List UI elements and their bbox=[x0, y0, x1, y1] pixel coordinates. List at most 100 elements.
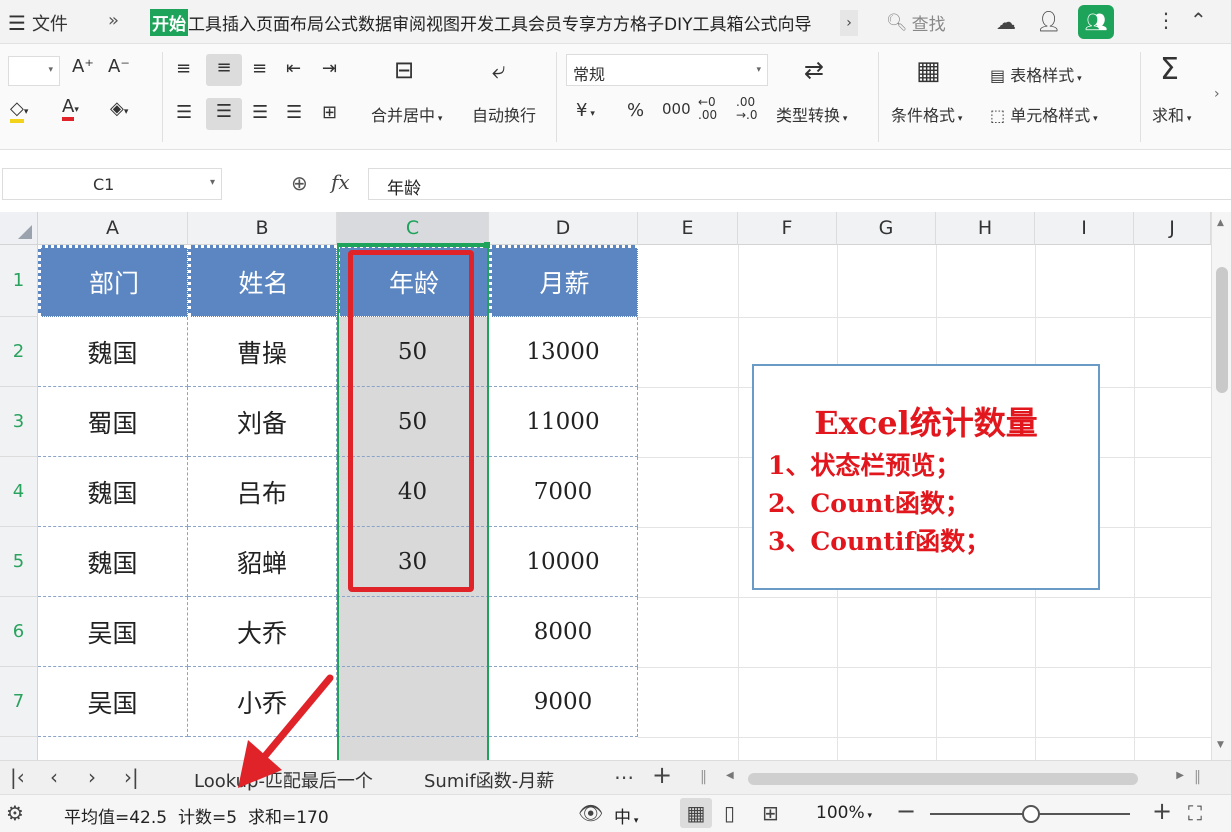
scroll-right-icon[interactable]: ▶ bbox=[1176, 770, 1184, 781]
table-cell[interactable]: 曹操 bbox=[188, 317, 337, 387]
spreadsheet-grid[interactable]: A B C D E F G H I J 1 2 3 4 5 6 7 部门 姓名 … bbox=[0, 212, 1231, 760]
table-cell[interactable]: 9000 bbox=[489, 667, 638, 737]
scroll-left-icon[interactable]: ◀ bbox=[726, 770, 734, 781]
cell-style-button[interactable]: ⬚ 单元格样式 ▾ bbox=[990, 102, 1098, 126]
tab-tools[interactable]: 工具 bbox=[188, 10, 222, 35]
tab-member[interactable]: 会员专享 bbox=[528, 10, 596, 35]
row-header-7[interactable]: 7 bbox=[0, 667, 38, 737]
table-header-cell[interactable]: 姓名 bbox=[188, 245, 337, 317]
table-cell[interactable]: 貂蝉 bbox=[188, 527, 337, 597]
thousands-separator-icon[interactable]: 000 bbox=[662, 100, 691, 118]
type-convert-button[interactable]: 类型转换 ▾ bbox=[776, 102, 847, 126]
sum-button[interactable]: 求和 ▾ bbox=[1152, 102, 1191, 126]
row-header-3[interactable]: 3 bbox=[0, 387, 38, 457]
sheet-tab-lookup[interactable]: Lookup-匹配最后一个 bbox=[194, 767, 373, 793]
table-cell[interactable]: 30 bbox=[337, 527, 489, 597]
merge-center-icon[interactable]: ⊟ bbox=[394, 56, 414, 84]
last-sheet-icon[interactable]: ›| bbox=[124, 765, 139, 789]
column-header-f[interactable]: F bbox=[738, 212, 837, 245]
align-right-icon[interactable]: ☰ bbox=[252, 102, 268, 123]
column-header-e[interactable]: E bbox=[638, 212, 738, 245]
column-header-a[interactable]: A bbox=[38, 212, 188, 245]
table-cell[interactable]: 吴国 bbox=[38, 667, 188, 737]
zoom-in-icon[interactable]: + bbox=[1152, 797, 1172, 825]
align-bottom-icon[interactable]: ≡ bbox=[252, 58, 267, 79]
type-convert-icon[interactable]: ⇄ bbox=[804, 56, 824, 84]
table-cell[interactable]: 50 bbox=[337, 387, 489, 457]
percent-icon[interactable]: % bbox=[627, 100, 644, 121]
zoom-level-dropdown[interactable]: 100% ▾ bbox=[816, 803, 872, 823]
zoom-out-icon[interactable]: − bbox=[896, 797, 916, 825]
tabs-scroll-right-icon[interactable]: › bbox=[840, 10, 858, 36]
table-cell[interactable]: 吕布 bbox=[188, 457, 337, 527]
tab-diy-toolbox[interactable]: DIY工具箱 bbox=[664, 10, 744, 35]
column-header-c[interactable]: C bbox=[337, 212, 489, 245]
tab-insert[interactable]: 插入 bbox=[222, 10, 256, 35]
fill-color-icon[interactable]: ◇▾ bbox=[10, 98, 28, 123]
wrap-text-icon[interactable]: ⤶ bbox=[492, 56, 505, 84]
wrap-text-button[interactable]: 自动换行 bbox=[472, 102, 536, 126]
table-cell[interactable]: 魏国 bbox=[38, 317, 188, 387]
more-vertical-icon[interactable]: ⋮ bbox=[1156, 8, 1176, 32]
conditional-format-icon[interactable]: ▦ bbox=[916, 56, 941, 86]
annotation-textbox[interactable]: Excel统计数量 1、状态栏预览； 2、Count函数； 3、Countif函… bbox=[752, 364, 1100, 590]
row-header-8[interactable] bbox=[0, 737, 38, 760]
horizontal-scroll-thumb[interactable] bbox=[748, 773, 1138, 785]
tab-fangfang[interactable]: 方方格子 bbox=[596, 10, 664, 35]
status-count[interactable]: 计数=5 bbox=[178, 803, 237, 828]
align-center-icon[interactable]: ☰ bbox=[206, 98, 242, 130]
cloud-sync-icon[interactable]: ☁ bbox=[996, 10, 1016, 34]
font-color-icon[interactable]: A▾ bbox=[62, 96, 79, 121]
ribbon-scroll-right-icon[interactable]: › bbox=[1214, 86, 1220, 102]
table-cell[interactable] bbox=[337, 667, 489, 737]
table-header-cell[interactable]: 月薪 bbox=[489, 245, 638, 317]
tab-page-layout[interactable]: 页面布局 bbox=[256, 10, 324, 35]
table-cell[interactable]: 11000 bbox=[489, 387, 638, 457]
tab-formula-wizard[interactable]: 公式向导 bbox=[744, 10, 812, 35]
row-header-6[interactable]: 6 bbox=[0, 597, 38, 667]
select-all-corner[interactable] bbox=[0, 212, 38, 245]
table-cell[interactable]: 8000 bbox=[489, 597, 638, 667]
tab-developer[interactable]: 开发工具 bbox=[460, 10, 528, 35]
normal-view-icon[interactable]: ▦ bbox=[680, 798, 712, 828]
column-header-b[interactable]: B bbox=[188, 212, 337, 245]
table-cell[interactable]: 40 bbox=[337, 457, 489, 527]
table-cell[interactable]: 7000 bbox=[489, 457, 638, 527]
justify-icon[interactable]: ☰ bbox=[286, 102, 302, 123]
double-chevron-icon[interactable]: » bbox=[108, 10, 119, 31]
column-header-j[interactable]: J bbox=[1134, 212, 1211, 245]
table-cell[interactable]: 蜀国 bbox=[38, 387, 188, 457]
splitter-icon[interactable]: ‖ bbox=[700, 769, 707, 785]
column-header-d[interactable]: D bbox=[489, 212, 638, 245]
row-header-4[interactable]: 4 bbox=[0, 457, 38, 527]
column-header-h[interactable]: H bbox=[936, 212, 1035, 245]
decrease-font-icon[interactable]: A⁻ bbox=[108, 56, 130, 77]
column-header-i[interactable]: I bbox=[1035, 212, 1134, 245]
zoom-formula-icon[interactable]: ⊕ bbox=[291, 171, 308, 195]
macro-settings-icon[interactable]: ⚙ bbox=[6, 801, 24, 825]
table-cell[interactable]: 魏国 bbox=[38, 457, 188, 527]
column-header-g[interactable]: G bbox=[837, 212, 936, 245]
increase-decimal-icon[interactable]: ←0 .00 bbox=[698, 96, 717, 122]
sheet-tab-sumif[interactable]: Sumif函数-月薪 bbox=[424, 767, 554, 793]
table-header-cell[interactable]: 年龄 bbox=[337, 245, 489, 317]
font-size-dropdown[interactable]: ▾ bbox=[8, 56, 60, 86]
table-style-button[interactable]: ▤ 表格样式 ▾ bbox=[990, 62, 1082, 86]
fullscreen-icon[interactable]: ⛶ bbox=[1188, 801, 1202, 825]
more-sheets-icon[interactable]: ⋯ bbox=[614, 765, 634, 789]
conditional-format-button[interactable]: 条件格式 ▾ bbox=[891, 102, 962, 126]
table-cell[interactable]: 吴国 bbox=[38, 597, 188, 667]
table-cell[interactable]: 13000 bbox=[489, 317, 638, 387]
page-break-view-icon[interactable]: ⊞ bbox=[762, 801, 779, 825]
table-cell[interactable]: 10000 bbox=[489, 527, 638, 597]
file-menu-button[interactable]: ☰ 文件 bbox=[8, 10, 68, 36]
tab-formulas[interactable]: 公式 bbox=[324, 10, 358, 35]
table-cell[interactable]: 刘备 bbox=[188, 387, 337, 457]
table-cell[interactable]: 大乔 bbox=[188, 597, 337, 667]
table-header-cell[interactable]: 部门 bbox=[38, 245, 188, 317]
share-button[interactable]: 👥︎ bbox=[1078, 5, 1114, 39]
increase-font-icon[interactable]: A⁺ bbox=[72, 56, 94, 77]
clear-format-icon[interactable]: ◈▾ bbox=[110, 98, 128, 119]
name-box[interactable]: C1 ▾ bbox=[2, 168, 222, 200]
eye-protection-icon[interactable]: 👁︎ bbox=[578, 801, 603, 825]
